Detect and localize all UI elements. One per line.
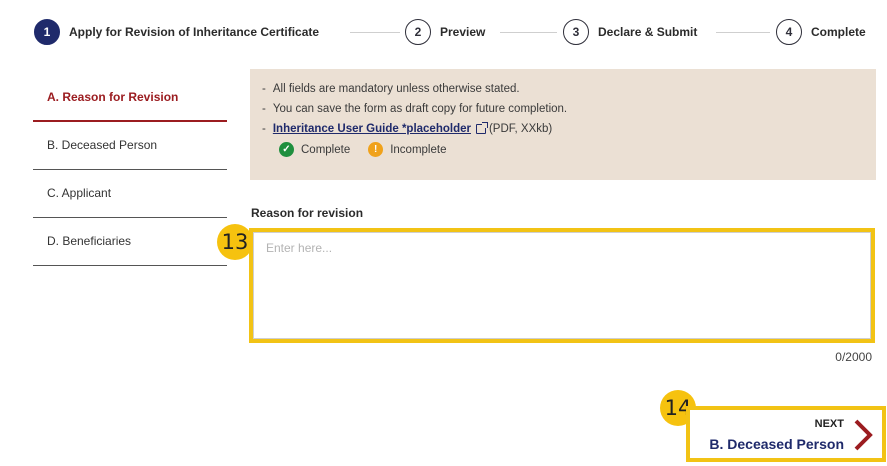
- step-1-number: 1: [34, 19, 60, 45]
- sidebar-item-applicant[interactable]: C. Applicant: [33, 170, 227, 218]
- step-4: 4 Complete: [776, 17, 866, 47]
- legend-incomplete-label: Incomplete: [390, 143, 447, 156]
- step-3-number: 3: [563, 19, 589, 45]
- external-link-icon: [475, 122, 488, 134]
- instruction-line: - Inheritance User Guide *placeholder (P…: [262, 119, 864, 139]
- step-connector: [350, 32, 400, 33]
- step-2-label: Preview: [440, 25, 486, 39]
- step-1: 1 Apply for Revision of Inheritance Cert…: [34, 17, 319, 47]
- user-guide-link[interactable]: Inheritance User Guide *placeholder: [273, 119, 471, 139]
- step-1-label: Apply for Revision of Inheritance Certif…: [69, 25, 320, 39]
- user-guide-meta: (PDF, XXkb): [488, 123, 553, 135]
- instruction-line: - You can save the form as draft copy fo…: [262, 99, 864, 119]
- step-4-number: 4: [776, 19, 802, 45]
- step-3-label: Declare & Submit: [598, 25, 698, 39]
- reason-field-label: Reason for revision: [251, 206, 364, 220]
- instruction-line: - All fields are mandatory unless otherw…: [262, 79, 864, 99]
- chevron-right-icon: [854, 419, 873, 451]
- step-connector: [716, 32, 770, 33]
- step-4-label: Complete: [811, 25, 866, 39]
- reason-textarea[interactable]: [253, 232, 871, 339]
- complete-check-icon: ✓: [279, 142, 294, 157]
- bullet-dash: -: [262, 123, 266, 135]
- sidebar-item-reason-for-revision[interactable]: A. Reason for Revision: [33, 74, 227, 122]
- annotation-marker-13: 13: [217, 224, 253, 260]
- step-connector: [500, 32, 557, 33]
- instruction-mandatory: All fields are mandatory unless otherwis…: [272, 83, 520, 95]
- sidebar-item-deceased-person[interactable]: B. Deceased Person: [33, 122, 227, 170]
- sidebar-item-beneficiaries[interactable]: D. Beneficiaries: [33, 218, 227, 266]
- instructions-box: - All fields are mandatory unless otherw…: [250, 69, 876, 180]
- progress-stepper: 1 Apply for Revision of Inheritance Cert…: [0, 0, 887, 60]
- bullet-dash: -: [262, 103, 266, 115]
- instruction-save-draft: You can save the form as draft copy for …: [272, 103, 568, 115]
- reason-field-highlight: [249, 228, 875, 343]
- character-counter: 0/2000: [835, 350, 872, 364]
- incomplete-warning-icon: !: [368, 142, 384, 157]
- step-2-number: 2: [405, 19, 431, 45]
- next-label: NEXT: [814, 418, 844, 430]
- section-nav: A. Reason for Revision B. Deceased Perso…: [33, 74, 227, 266]
- status-legend: ✓ Complete ! Incomplete: [262, 142, 864, 157]
- next-section-button[interactable]: NEXT B. Deceased Person: [686, 406, 886, 462]
- legend-complete-label: Complete: [301, 143, 351, 156]
- step-2: 2 Preview: [405, 17, 485, 47]
- next-section-name: B. Deceased Person: [709, 436, 844, 452]
- step-3: 3 Declare & Submit: [563, 17, 697, 47]
- bullet-dash: -: [262, 83, 266, 95]
